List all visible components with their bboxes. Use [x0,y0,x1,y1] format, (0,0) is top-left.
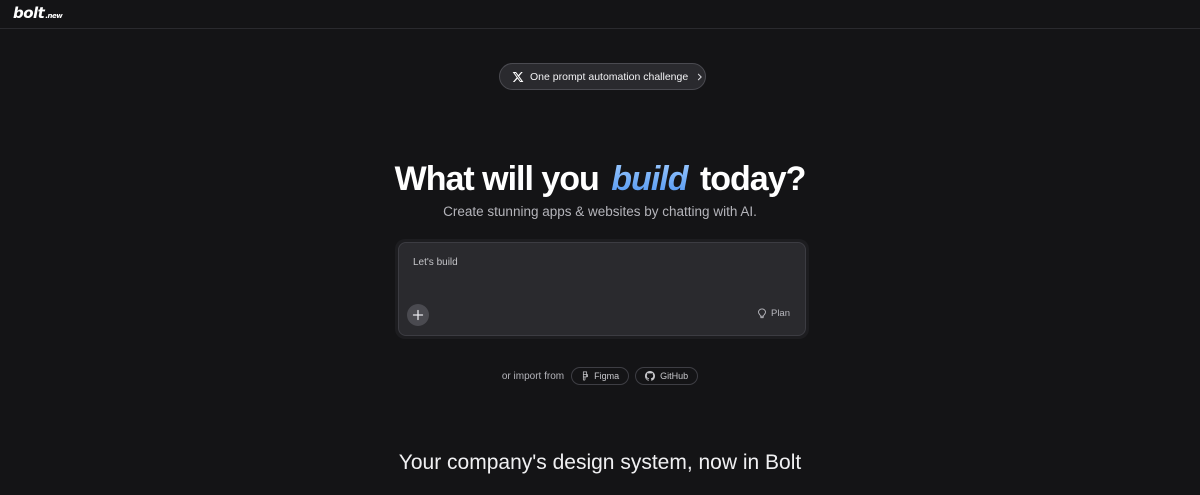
hero-title-accent: build [607,160,691,198]
import-figma-button[interactable]: Figma [571,367,630,385]
announcement-pill[interactable]: One prompt automation challenge [499,63,706,90]
logo-text: bolt [13,4,45,22]
figma-icon [583,371,589,381]
chevron-right-icon [698,73,702,80]
bolt-logo[interactable]: bolt.new [13,4,63,22]
section-title: Your company's design system, now in Bol… [398,451,802,474]
hero-title-before: What will you [394,160,600,198]
import-row: or import from Figma GitHub [0,367,1200,385]
add-attachment-button[interactable] [407,304,429,326]
logo-suffix: .new [45,12,63,20]
lightbulb-icon [758,308,766,319]
plan-button[interactable]: Plan [757,308,790,319]
hero-title: What will you build today? [0,160,1200,199]
github-icon [645,371,656,381]
x-logo-icon [512,71,524,82]
hero-subtitle: Create stunning apps & websites by chatt… [443,204,757,219]
prompt-box: Plan [398,242,806,336]
github-label: GitHub [660,371,689,381]
top-bar: bolt.new [0,0,1200,29]
prompt-input[interactable] [413,257,773,268]
plus-icon [412,309,424,321]
import-label: or import from [501,370,565,382]
prompt-container: Plan [395,239,809,339]
plan-label: Plan [770,308,790,319]
announcement-label: One prompt automation challenge [530,70,689,83]
figma-label: Figma [594,371,620,381]
import-github-button[interactable]: GitHub [635,367,699,385]
hero-title-after: today? [699,160,806,198]
